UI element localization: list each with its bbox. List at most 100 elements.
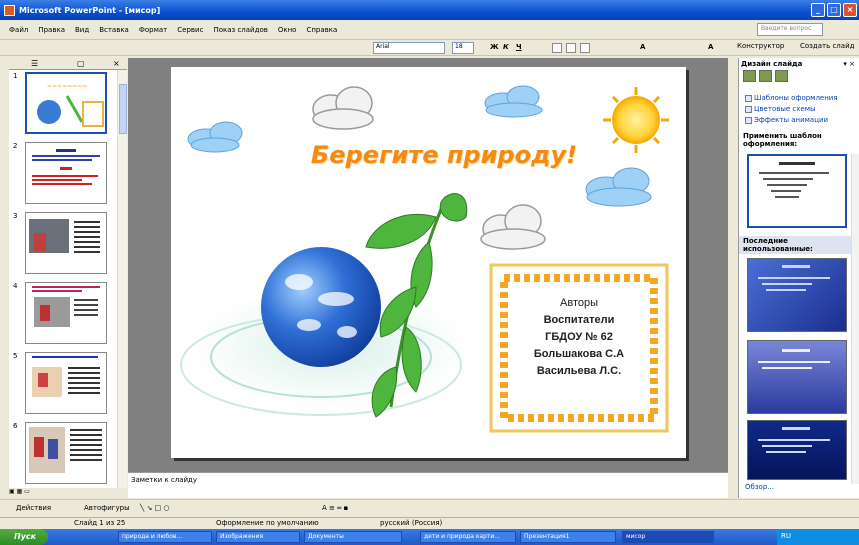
design-name: Оформление по умолчанию xyxy=(216,519,319,527)
slide-thumbnail-6[interactable] xyxy=(25,422,107,484)
align-center-icon[interactable] xyxy=(566,43,576,53)
pane-nav xyxy=(743,70,799,82)
pane-close-icon[interactable]: × xyxy=(113,59,120,68)
windows-taskbar: Пуск природа и любов... Изображения Доку… xyxy=(0,529,859,545)
thumbnail-number: 3 xyxy=(13,212,18,220)
template-recent-1[interactable] xyxy=(747,258,847,332)
globe-icon xyxy=(261,247,381,367)
link-label: Эффекты анимации xyxy=(754,116,829,124)
thumbnail-row[interactable]: 5 xyxy=(9,350,117,416)
menu-format[interactable]: Формат xyxy=(134,26,172,34)
slide-thumbnail-2[interactable] xyxy=(25,142,107,204)
taskbar-item[interactable]: дети и природа карти... xyxy=(420,531,516,543)
font-size-select[interactable]: 18 xyxy=(452,42,474,54)
back-icon[interactable] xyxy=(743,70,756,82)
slide-thumbnail-3[interactable] xyxy=(25,212,107,274)
thumbnail-row[interactable]: 2 xyxy=(9,140,117,206)
forward-icon[interactable] xyxy=(759,70,772,82)
window-title: Microsoft PowerPoint - [мисор] xyxy=(19,5,161,15)
menu-bar: Файл Правка Вид Вставка Формат Сервис По… xyxy=(0,20,859,40)
thumbnail-number: 6 xyxy=(13,422,18,430)
browse-link[interactable]: Обзор... xyxy=(745,483,774,491)
underline-button[interactable]: Ч xyxy=(516,43,522,53)
color-schemes-link[interactable]: Цветовые схемы xyxy=(745,105,816,113)
font-select[interactable]: Arial xyxy=(373,42,445,54)
slide-thumbnail-5[interactable] xyxy=(25,352,107,414)
slides-pane: ☰ ▢ × 1 ~~~~~~~~ 2 3 4 5 6 xyxy=(9,58,127,488)
font-color-icon[interactable]: A ≡ ═ ▪ xyxy=(322,504,348,512)
authors-line: Авторы xyxy=(560,297,598,309)
thumbnail-row[interactable]: 3 xyxy=(9,210,117,276)
maximize-button[interactable]: □ xyxy=(827,3,841,17)
designer-button[interactable]: Конструктор xyxy=(737,42,784,50)
thumbnail-row[interactable]: 4 xyxy=(9,280,117,346)
menu-window[interactable]: Окно xyxy=(273,26,302,34)
recent-heading: Последние использованные: xyxy=(743,237,813,253)
template-recent-3[interactable] xyxy=(747,420,847,480)
authors-line: Воспитатели xyxy=(543,314,615,326)
taskbar-item[interactable]: природа и любов... xyxy=(118,531,212,543)
taskbar-item-active[interactable]: мисор xyxy=(622,531,714,543)
font-increase-button[interactable]: A xyxy=(640,43,645,53)
pane-close-icon[interactable]: ▾ × xyxy=(843,60,855,68)
menu-file[interactable]: Файл xyxy=(4,26,33,34)
view-buttons[interactable]: ▣ ▦ ▭ xyxy=(9,488,59,498)
template-icon xyxy=(745,94,752,102)
thumbnail-row[interactable]: 1 ~~~~~~~~ xyxy=(9,70,117,136)
align-right-icon[interactable] xyxy=(580,43,590,53)
slide-thumbnail-1[interactable]: ~~~~~~~~ xyxy=(25,72,107,134)
taskbar-item[interactable]: Презентация1 xyxy=(520,531,616,543)
color-icon xyxy=(745,105,752,113)
apply-template-heading: Применить шаблон оформления: xyxy=(743,132,822,148)
authors-line: Васильева Л.С. xyxy=(536,365,622,377)
minimize-button[interactable]: _ xyxy=(811,3,825,17)
template-recent-2[interactable] xyxy=(747,340,847,414)
close-button[interactable]: × xyxy=(843,3,857,17)
help-search-input[interactable]: Введите вопрос xyxy=(757,23,823,36)
menu-help[interactable]: Справка xyxy=(301,26,342,34)
pane-scrollbar[interactable] xyxy=(851,154,859,484)
notes-field[interactable]: Заметки к слайду xyxy=(128,472,728,498)
authors-line: ГБДОУ № 62 xyxy=(545,331,613,343)
menu-insert[interactable]: Вставка xyxy=(94,26,134,34)
pane-title: Дизайн слайда xyxy=(741,60,803,68)
thumbnail-number: 4 xyxy=(13,282,18,290)
slide-design-pane: Дизайн слайда ▾ × Шаблоны оформления Цве… xyxy=(738,58,859,498)
link-label: Шаблоны оформления xyxy=(754,94,838,102)
authors-text[interactable]: Авторы Воспитатели ГБДОУ № 62 Большакова… xyxy=(515,295,643,380)
line-tool-icon[interactable]: ╲ ↘ □ ○ xyxy=(140,504,169,512)
thumbnail-row[interactable]: 6 xyxy=(9,420,117,486)
slide-canvas: Берегите природу! Авторы Воспитатели ГБД… xyxy=(128,58,728,472)
autoshapes-menu[interactable]: Автофигуры xyxy=(84,504,130,512)
menu-slideshow[interactable]: Показ слайдов xyxy=(208,26,272,34)
slides-scrollbar[interactable] xyxy=(117,70,127,488)
bold-button[interactable]: Ж xyxy=(490,43,499,53)
slide-counter: Слайд 1 из 25 xyxy=(74,519,126,527)
animation-effects-link[interactable]: Эффекты анимации xyxy=(745,116,828,124)
start-button[interactable]: Пуск xyxy=(0,529,48,545)
thumbnail-number: 1 xyxy=(13,72,18,80)
menu-tools[interactable]: Сервис xyxy=(172,26,208,34)
slides-tab-icon[interactable]: ▢ xyxy=(77,59,85,68)
menu-view[interactable]: Вид xyxy=(70,26,94,34)
menu-edit[interactable]: Правка xyxy=(33,26,70,34)
outline-tab-icon[interactable]: ☰ xyxy=(31,59,38,68)
scrollbar-thumb[interactable] xyxy=(119,84,127,134)
taskbar-item[interactable]: Изображения xyxy=(216,531,300,543)
template-default[interactable] xyxy=(747,154,847,228)
italic-button[interactable]: К xyxy=(503,43,509,53)
current-slide[interactable]: Берегите природу! Авторы Воспитатели ГБД… xyxy=(171,67,686,458)
slide-thumbnail-4[interactable] xyxy=(25,282,107,344)
slide-title[interactable]: Берегите природу! xyxy=(274,141,614,169)
design-templates-link[interactable]: Шаблоны оформления xyxy=(745,94,838,102)
slide-artwork xyxy=(180,85,669,433)
home-icon[interactable] xyxy=(775,70,788,82)
thumbnail-number: 2 xyxy=(13,142,18,150)
taskbar-item[interactable]: Документы xyxy=(304,531,402,543)
cloud-icon xyxy=(585,167,652,207)
font-color-button[interactable]: A xyxy=(708,43,713,53)
new-slide-button[interactable]: Создать слайд xyxy=(800,42,854,50)
cloud-icon xyxy=(484,85,543,118)
align-left-icon[interactable] xyxy=(552,43,562,53)
actions-menu[interactable]: Действия xyxy=(16,504,51,512)
